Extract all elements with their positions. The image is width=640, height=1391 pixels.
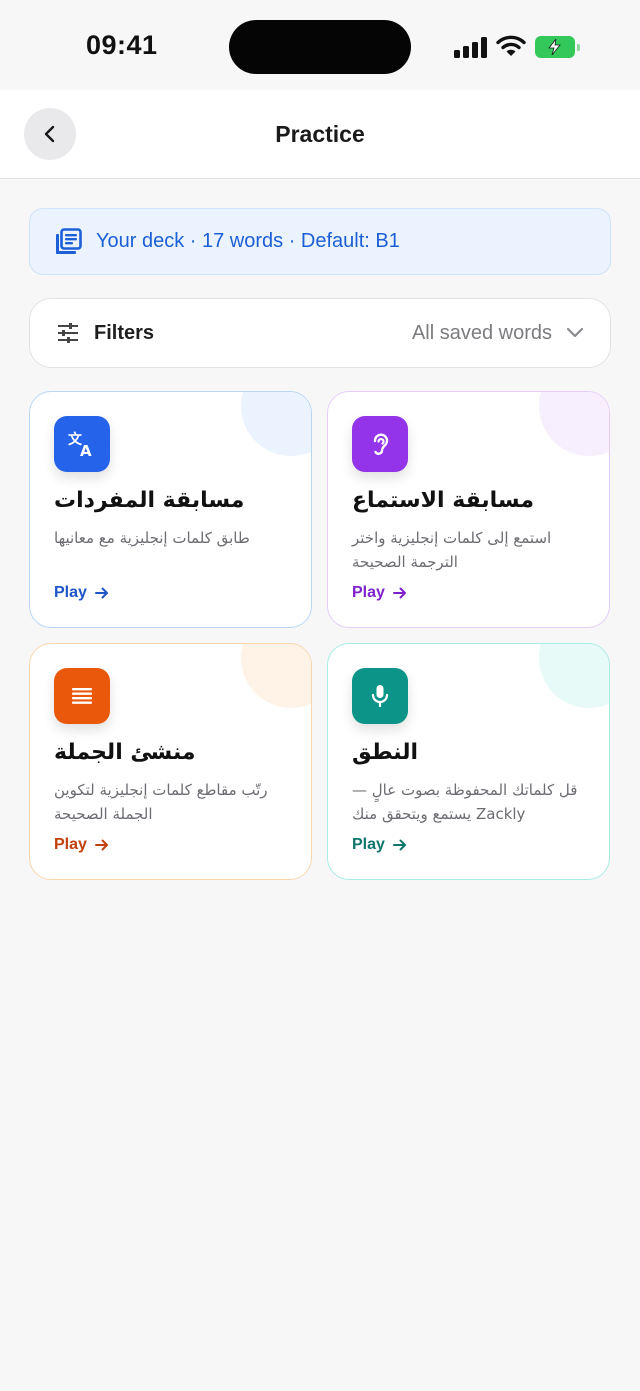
ear-icon [352,416,408,472]
card-description: طابق كلمات إنجليزية مع معانيها [54,529,250,547]
status-time: 09:41 [86,30,158,60]
vocabulary-quiz-card[interactable]: 文 A مسابقة المفردات طابق كلمات إنجليزية … [29,391,312,628]
dynamic-island [229,20,411,74]
decorative-circle [539,644,609,708]
play-label: Play [54,836,87,853]
card-description: قل كلماتك المحفوظة بصوت عالٍ — Zackly يس… [352,781,578,823]
play-link[interactable]: Play [54,584,109,602]
play-link[interactable]: Play [54,836,109,854]
list-lines-icon [54,668,110,724]
play-label: Play [352,584,385,601]
cellular-signal-icon [454,36,488,58]
deck-summary-text: Your deck · 17 words · Default: B1 [96,230,400,252]
play-link[interactable]: Play [352,584,407,602]
card-description: استمع إلى كلمات إنجليزية واختر الترجمة ا… [352,529,552,571]
decorative-circle [241,644,311,708]
arrow-right-icon [392,587,407,599]
play-label: Play [352,836,385,853]
arrow-right-icon [392,839,407,851]
filters-dropdown[interactable]: Filters All saved words [29,298,611,368]
microphone-icon [352,668,408,724]
card-title: النطق [352,740,419,765]
svg-text:A: A [80,442,92,459]
decorative-circle [241,392,311,456]
battery-charging-icon [535,36,580,58]
deck-info-banner: Your deck · 17 words · Default: B1 [29,208,611,275]
card-title: مسابقة الاستماع [352,488,534,513]
card-description: رتّب مقاطع كلمات إنجليزية لتكوين الجملة … [54,781,268,823]
decorative-circle [539,392,609,456]
page-title: Practice [275,121,365,147]
play-label: Play [54,584,87,601]
filters-selected-value: All saved words [411,321,552,344]
wifi-icon [496,34,526,63]
filters-label: Filters [94,321,155,344]
library-books-icon [54,227,82,256]
card-title: منشئ الجملة [54,740,196,765]
arrow-right-icon [94,839,109,851]
pronunciation-card[interactable]: النطق قل كلماتك المحفوظة بصوت عالٍ — Zac… [327,643,610,880]
card-title: مسابقة المفردات [54,488,245,513]
sliders-icon [56,321,80,345]
play-link[interactable]: Play [352,836,407,854]
status-bar: 09:41 [0,0,640,90]
top-app-bar: Practice [0,90,640,179]
chevron-down-icon [566,327,584,339]
listening-quiz-card[interactable]: مسابقة الاستماع استمع إلى كلمات إنجليزية… [327,391,610,628]
sentence-builder-card[interactable]: منشئ الجملة رتّب مقاطع كلمات إنجليزية لت… [29,643,312,880]
arrow-right-icon [94,587,109,599]
translate-icon: 文 A [54,416,110,472]
